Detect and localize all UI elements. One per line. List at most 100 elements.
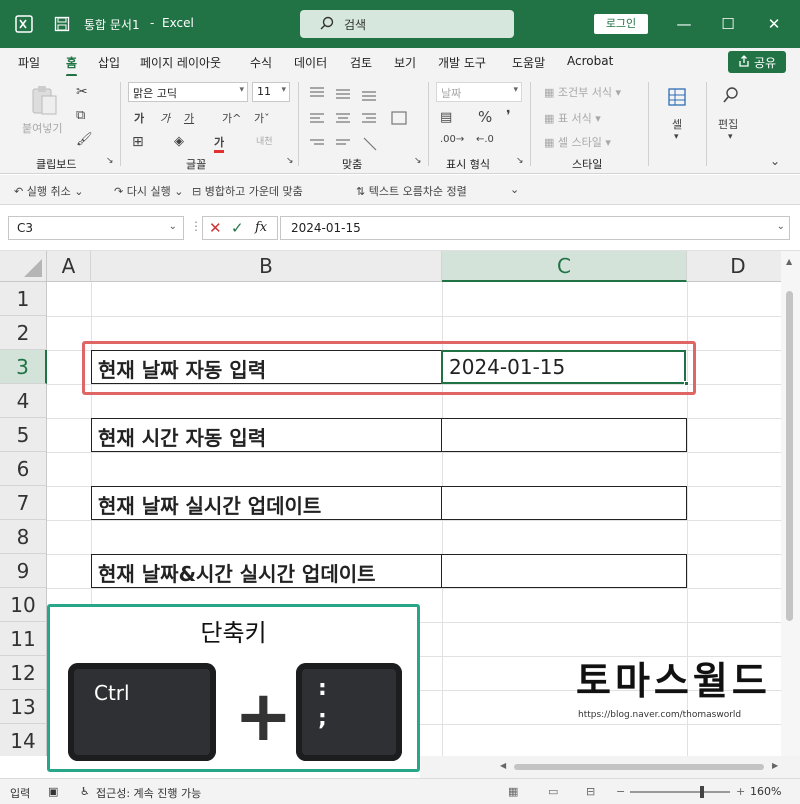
- paste-label[interactable]: 붙여넣기: [22, 120, 62, 136]
- customize-qat-icon[interactable]: ⌄: [510, 183, 519, 196]
- formula-input[interactable]: 2024-01-15 ⌄: [280, 216, 790, 240]
- undo-button[interactable]: ↶ 실행 취소 ⌄: [14, 183, 83, 199]
- insert-function-icon[interactable]: fx: [255, 220, 267, 235]
- formula-bar-grip-icon[interactable]: ⋮: [190, 219, 202, 233]
- font-launcher-icon[interactable]: ↘: [286, 156, 294, 166]
- accessibility-icon[interactable]: ♿: [80, 785, 90, 798]
- phonetic-button[interactable]: 내천: [256, 134, 273, 147]
- zoom-slider-thumb[interactable]: [700, 786, 704, 798]
- clipboard-launcher-icon[interactable]: ↘: [106, 156, 114, 166]
- font-size-select[interactable]: 11 ▾: [252, 82, 290, 102]
- share-button[interactable]: 공유: [728, 51, 786, 73]
- maximize-button[interactable]: ☐: [716, 12, 740, 36]
- font-name-select[interactable]: 맑은 고딕 ▾: [128, 82, 248, 102]
- tab-acrobat[interactable]: Acrobat: [567, 54, 613, 68]
- row-header-2[interactable]: 2: [0, 316, 47, 350]
- tab-review[interactable]: 검토: [350, 54, 372, 71]
- select-all-corner[interactable]: [0, 251, 47, 282]
- cell-c7[interactable]: [442, 486, 687, 520]
- tab-file[interactable]: 파일: [18, 54, 40, 71]
- row-header-10[interactable]: 10: [0, 588, 47, 622]
- confirm-entry-icon[interactable]: ✓: [231, 219, 244, 237]
- row-header-5[interactable]: 5: [0, 418, 47, 452]
- increase-decimal-icon[interactable]: .00→: [440, 134, 464, 145]
- grow-font-button[interactable]: 가^: [222, 110, 241, 126]
- conditional-format-button[interactable]: ▦ 조건부 서식 ▾: [544, 84, 621, 100]
- cell-styles-button[interactable]: ▦ 셀 스타일 ▾: [544, 134, 611, 150]
- column-header-b[interactable]: B: [91, 251, 442, 282]
- tab-insert[interactable]: 삽입: [98, 54, 120, 71]
- tab-help[interactable]: 도움말: [512, 54, 545, 71]
- percent-icon[interactable]: %: [478, 108, 492, 126]
- zoom-slider[interactable]: [630, 791, 730, 793]
- zoom-out-icon[interactable]: −: [616, 785, 625, 798]
- row-header-11[interactable]: 11: [0, 622, 47, 656]
- search-box[interactable]: 검색: [300, 10, 514, 38]
- number-launcher-icon[interactable]: ↘: [516, 156, 524, 166]
- tab-data[interactable]: 데이터: [294, 54, 327, 71]
- vertical-scroll-thumb[interactable]: [786, 291, 793, 621]
- borders-icon[interactable]: ⊞: [132, 134, 144, 150]
- tab-formulas[interactable]: 수식: [250, 54, 272, 71]
- cut-icon[interactable]: ✂: [76, 84, 88, 100]
- page-layout-view-icon[interactable]: ▭: [548, 785, 558, 798]
- horizontal-scroll-thumb[interactable]: [514, 764, 764, 770]
- paste-icon[interactable]: [30, 84, 58, 119]
- row-header-13[interactable]: 13: [0, 690, 47, 724]
- login-button[interactable]: 로그인: [594, 14, 648, 34]
- macro-record-icon[interactable]: ▣: [48, 785, 58, 798]
- cell-b9[interactable]: 현재 날짜&시간 실시간 업데이트: [91, 554, 442, 588]
- editing-search-icon[interactable]: [722, 86, 740, 107]
- scroll-up-icon[interactable]: ▲: [786, 257, 792, 266]
- font-color-button[interactable]: 가: [214, 134, 225, 153]
- column-header-a[interactable]: A: [47, 251, 91, 282]
- alignment-launcher-icon[interactable]: ↘: [414, 156, 422, 166]
- tab-page-layout[interactable]: 페이지 레이아웃: [140, 54, 221, 71]
- page-break-view-icon[interactable]: ⊟: [586, 785, 595, 798]
- cells-label[interactable]: 셀: [672, 116, 682, 132]
- editing-label[interactable]: 편집: [718, 116, 738, 132]
- horizontal-scrollbar[interactable]: ◀ ▶: [420, 756, 800, 778]
- collapse-ribbon-icon[interactable]: ⌄: [770, 154, 780, 168]
- row-header-9[interactable]: 9: [0, 554, 47, 588]
- format-as-table-button[interactable]: ▦ 표 서식 ▾: [544, 110, 601, 126]
- accessibility-status[interactable]: 접근성: 계속 진행 가능: [96, 785, 201, 801]
- row-header-1[interactable]: 1: [0, 282, 47, 316]
- scroll-right-icon[interactable]: ▶: [772, 761, 778, 770]
- fill-color-icon[interactable]: ◈: [174, 134, 184, 149]
- save-icon[interactable]: [52, 14, 72, 34]
- copy-icon[interactable]: ⧉: [76, 108, 85, 123]
- zoom-level[interactable]: 160%: [750, 785, 781, 798]
- bold-button[interactable]: 가: [134, 110, 144, 126]
- row-header-7[interactable]: 7: [0, 486, 47, 520]
- vertical-scrollbar[interactable]: ▲: [781, 251, 800, 756]
- cell-c9[interactable]: [442, 554, 687, 588]
- close-button[interactable]: ✕: [762, 12, 786, 36]
- merge-center-button[interactable]: ⊟ 병합하고 가운데 맞춤: [192, 183, 303, 199]
- normal-view-icon[interactable]: ▦: [508, 785, 518, 798]
- accounting-icon[interactable]: ▤: [440, 110, 452, 125]
- column-header-c[interactable]: C: [442, 251, 687, 282]
- expand-formula-bar-icon[interactable]: ⌄: [777, 221, 785, 232]
- row-header-6[interactable]: 6: [0, 452, 47, 486]
- format-painter-icon[interactable]: 🖌: [76, 132, 93, 147]
- alignment-icons[interactable]: [306, 84, 418, 159]
- cell-b7[interactable]: 현재 날짜 실시간 업데이트: [91, 486, 442, 520]
- minimize-button[interactable]: —: [672, 12, 696, 36]
- number-format-select[interactable]: 날짜 ▾: [436, 82, 522, 102]
- name-box[interactable]: C3 ⌄: [8, 216, 184, 240]
- tab-developer[interactable]: 개발 도구: [438, 54, 486, 71]
- scroll-left-icon[interactable]: ◀: [500, 761, 506, 770]
- row-header-4[interactable]: 4: [0, 384, 47, 418]
- row-header-8[interactable]: 8: [0, 520, 47, 554]
- column-header-d[interactable]: D: [687, 251, 790, 282]
- cells-icon[interactable]: [668, 88, 686, 109]
- tab-view[interactable]: 보기: [394, 54, 416, 71]
- zoom-in-icon[interactable]: +: [736, 785, 745, 798]
- sort-ascending-button[interactable]: ⇅ 텍스트 오름차순 정렬: [356, 183, 467, 199]
- decrease-decimal-icon[interactable]: ←.0: [476, 134, 494, 145]
- cell-b5[interactable]: 현재 시간 자동 입력: [91, 418, 442, 452]
- cancel-entry-icon[interactable]: ✕: [209, 219, 222, 237]
- row-header-12[interactable]: 12: [0, 656, 47, 690]
- row-header-14[interactable]: 14: [0, 724, 47, 756]
